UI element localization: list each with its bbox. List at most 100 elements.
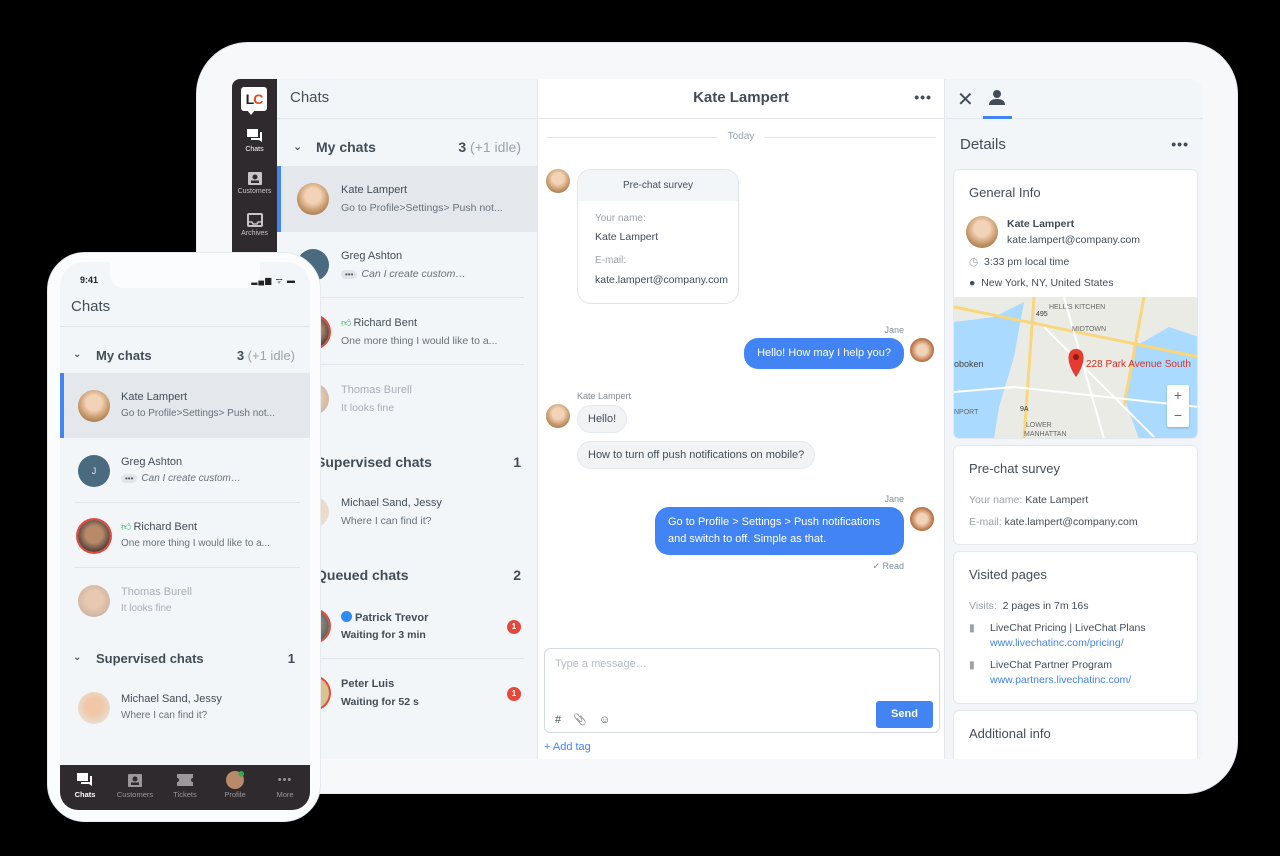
details-title: Details — [960, 136, 1006, 153]
zoom-in-button[interactable]: + — [1167, 385, 1189, 405]
chat-list-title: Chats — [277, 79, 537, 119]
read-receipt: ✓ Read — [872, 561, 904, 571]
message-bubble-customer: Hello! — [577, 405, 628, 433]
svg-text:9A: 9A — [1020, 406, 1029, 413]
avatar — [966, 216, 998, 248]
more-options-icon[interactable]: ••• — [1171, 136, 1189, 152]
message-bubble-customer: How to turn off push notifications on mo… — [577, 441, 816, 469]
mobile-title: Chats — [71, 298, 111, 315]
pre-chat-survey-card: Pre-chat survey Your name: Kate Lampert … — [577, 169, 739, 304]
section-my-chats[interactable]: ⌄ My chats 3 (+1 idle) — [277, 134, 538, 162]
chat-item[interactable]: Michael Sand, Jessy Where I can find it? — [60, 675, 310, 740]
zoom-out-button[interactable]: − — [1167, 405, 1189, 425]
chat-item[interactable]: Kate Lampert Go to Profile>Settings> Pus… — [277, 166, 538, 232]
customer-avatar — [546, 169, 570, 193]
status-indicators: ▂▄▆ ᯤ ▬ — [251, 276, 296, 285]
message-composer[interactable]: Type a message… # 📎 ☺ Send — [544, 648, 940, 733]
map-zoom-controls: + − — [1167, 385, 1189, 427]
location-map[interactable]: HELL'S KITCHEN MIDTOWN oboken LOWER MANH… — [954, 297, 1197, 438]
tab-customers[interactable]: Customers — [110, 765, 160, 810]
tab-more[interactable]: ••• More — [260, 765, 310, 810]
chevron-down-icon: ⌄ — [73, 652, 82, 663]
nav-item-chats[interactable]: Chats — [232, 129, 277, 153]
customers-icon — [128, 774, 142, 787]
conversation-panel: Kate Lampert ••• Today Pre-chat survey Y… — [538, 79, 945, 759]
unread-badge: 1 — [507, 687, 521, 701]
add-tag-link[interactable]: + Add tag — [544, 741, 591, 753]
divider — [297, 364, 524, 365]
page-icon: ▮ — [969, 622, 975, 634]
message-bubble-agent: Hello! How may I help you? — [744, 338, 904, 369]
attachment-icon[interactable]: 📎 — [573, 714, 587, 726]
conversation-title: Kate Lampert — [538, 79, 944, 119]
avatar — [78, 390, 110, 422]
svg-text:oboken: oboken — [954, 359, 984, 369]
status-time: 9:41 — [80, 275, 99, 285]
section-supervised-chats[interactable]: ⌄ Supervised chats 1 — [60, 648, 310, 670]
tab-tickets[interactable]: Tickets — [160, 765, 210, 810]
message-input[interactable]: Type a message… — [555, 658, 647, 670]
thumbs-up-icon: 👍︎ — [341, 318, 352, 329]
chat-item[interactable]: J Greg Ashton ••• Can I create custom… — [60, 438, 310, 503]
clock-icon: ◷ — [969, 256, 979, 268]
details-panel: ✕ Details ••• General Info Kate Lampert … — [946, 79, 1203, 759]
chat-item[interactable]: Kate Lampert Go to Profile>Settings> Pus… — [60, 373, 310, 438]
avatar — [297, 183, 329, 215]
close-icon[interactable]: ✕ — [957, 87, 974, 112]
svg-text:NPORT: NPORT — [954, 409, 979, 416]
svg-text:MIDTOWN: MIDTOWN — [1072, 326, 1106, 333]
chat-item[interactable]: Thomas Burell It looks fine — [60, 568, 310, 633]
more-icon: ••• — [277, 774, 293, 786]
typing-indicator: ••• — [341, 270, 358, 279]
chats-icon — [246, 129, 262, 142]
general-info-card: General Info Kate Lampert kate.lampert@c… — [953, 169, 1198, 439]
message-author: Jane — [884, 494, 904, 504]
archives-icon — [246, 213, 263, 227]
tickets-icon — [177, 774, 193, 786]
unread-badge: 1 — [507, 620, 521, 634]
chat-item[interactable]: 👍︎ Richard Bent One more thing I would li… — [60, 503, 310, 568]
divider — [297, 658, 524, 659]
more-options-icon[interactable]: ••• — [914, 89, 932, 105]
nav-item-customers[interactable]: Customers — [232, 171, 277, 195]
thumbs-up-icon: 👍︎ — [121, 522, 132, 533]
tab-profile[interactable]: Profile — [210, 765, 260, 810]
svg-text:HELL'S KITCHEN: HELL'S KITCHEN — [1049, 304, 1105, 311]
location-pin-icon: ● — [969, 277, 976, 289]
typing-indicator: ••• — [121, 474, 138, 483]
chevron-down-icon: ⌄ — [73, 349, 82, 360]
phone-notch — [110, 262, 260, 288]
customer-avatar — [546, 404, 570, 428]
avatar: J — [78, 455, 110, 487]
section-count: 3 (+1 idle) — [458, 139, 521, 155]
messenger-icon — [341, 611, 352, 622]
date-divider: Today — [546, 131, 936, 143]
emoji-icon[interactable]: ☺ — [599, 714, 610, 726]
livechat-logo: LC — [241, 87, 267, 115]
agent-avatar — [910, 507, 934, 531]
svg-text:MANHATTAN: MANHATTAN — [1024, 431, 1067, 438]
pre-chat-survey-card: Pre-chat survey Your name: Kate Lampert … — [953, 445, 1198, 545]
message-author: Kate Lampert — [577, 391, 632, 401]
hashtag-icon[interactable]: # — [555, 714, 561, 726]
mobile-tab-bar: Chats Customers Tickets Profile ••• More — [60, 765, 310, 810]
visited-page-link[interactable]: www.partners.livechatinc.com/ — [990, 674, 1131, 686]
map-address-label: 228 Park Avenue South — [1086, 359, 1191, 370]
svg-text:495: 495 — [1036, 311, 1048, 318]
send-button[interactable]: Send — [876, 701, 933, 728]
message-author: Jane — [884, 325, 904, 335]
agent-avatar — [910, 338, 934, 362]
tab-chats[interactable]: Chats — [60, 765, 110, 810]
mobile-app: 9:41 ▂▄▆ ᯤ ▬ Chats ⌄ My chats 3 (+1 idle… — [60, 262, 310, 810]
section-my-chats[interactable]: ⌄ My chats 3 (+1 idle) — [60, 345, 310, 367]
avatar — [78, 520, 110, 552]
additional-info-card: Additional info — [953, 710, 1198, 759]
customer-tab-icon[interactable] — [988, 89, 1006, 105]
desktop-app: LC Chats Customers Archives Chats ⌄ My c… — [232, 79, 1203, 759]
chats-icon — [77, 773, 92, 786]
divider — [297, 297, 524, 298]
visited-page-link[interactable]: www.livechatinc.com/pricing/ — [990, 637, 1124, 649]
chevron-down-icon: ⌄ — [293, 141, 303, 153]
nav-item-archives[interactable]: Archives — [232, 213, 277, 237]
avatar — [78, 585, 110, 617]
